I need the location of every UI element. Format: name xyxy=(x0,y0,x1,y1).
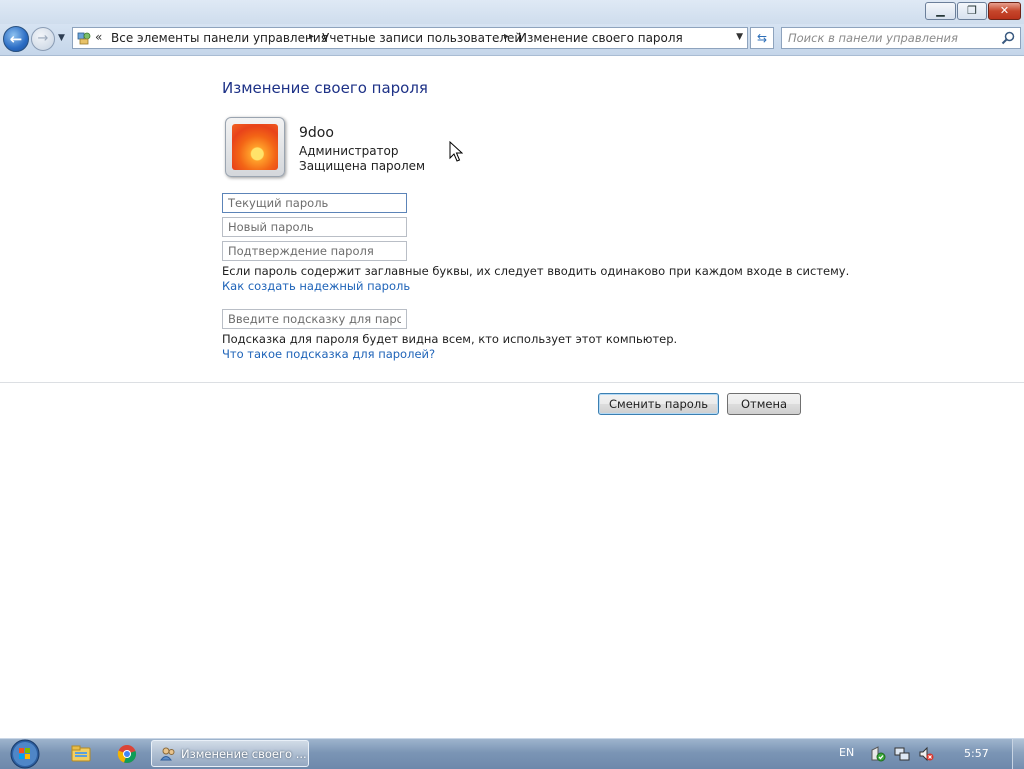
taskbar-active-window[interactable]: Изменение своего ... xyxy=(151,740,309,767)
back-button[interactable]: ← xyxy=(3,26,29,52)
back-arrow-icon: ← xyxy=(9,30,23,48)
show-desktop-button[interactable] xyxy=(1012,739,1024,769)
password-hint-field[interactable] xyxy=(222,309,407,329)
network-icon[interactable] xyxy=(894,746,910,762)
address-bar[interactable]: « Все элементы панели управления ▸ Учетн… xyxy=(72,27,748,49)
confirm-password-field[interactable] xyxy=(222,241,407,261)
current-password-field[interactable] xyxy=(222,193,407,213)
user-accounts-icon xyxy=(160,747,175,761)
taskbar-window-title: Изменение своего ... xyxy=(181,747,307,761)
flower-picture xyxy=(232,124,278,170)
mouse-pointer-icon xyxy=(449,141,463,162)
breadcrumb-overflow-icon[interactable]: « xyxy=(95,30,102,44)
minimize-icon: ▁ xyxy=(936,4,945,17)
window-titlebar: ▁ ❐ ✕ xyxy=(0,0,1024,24)
address-dropdown-icon[interactable]: ▼ xyxy=(736,32,743,42)
language-indicator[interactable]: EN xyxy=(839,746,854,759)
hint-help-link[interactable]: Что такое подсказка для паролей? xyxy=(222,347,435,361)
forward-arrow-icon: → xyxy=(37,31,49,46)
control-panel-icon xyxy=(77,32,91,45)
change-password-button[interactable]: Сменить пароль xyxy=(598,393,719,415)
minimize-button[interactable]: ▁ xyxy=(925,2,956,20)
new-password-field[interactable] xyxy=(222,217,407,237)
forward-button[interactable]: → xyxy=(31,27,55,51)
breadcrumb-separator-icon[interactable]: ▸ xyxy=(309,31,314,42)
close-icon: ✕ xyxy=(999,4,1010,17)
restore-icon: ❐ xyxy=(967,4,977,17)
breadcrumb-user-accounts[interactable]: Учетные записи пользователей xyxy=(322,31,522,45)
start-button[interactable] xyxy=(3,739,45,769)
breadcrumb-all-control-panel-items[interactable]: Все элементы панели управления xyxy=(111,31,328,45)
recent-pages-dropdown-icon[interactable]: ▼ xyxy=(58,33,65,43)
strong-password-link[interactable]: Как создать надежный пароль xyxy=(222,279,410,293)
user-password-status: Защищена паролем xyxy=(299,159,426,173)
taskbar: Изменение своего ... EN 5:57 xyxy=(0,738,1024,769)
user-avatar xyxy=(225,117,285,177)
refresh-button[interactable]: ⇆ xyxy=(750,27,774,49)
search-icon[interactable] xyxy=(1000,30,1016,46)
caps-lock-note: Если пароль содержит заглавные буквы, их… xyxy=(222,264,850,278)
hint-visibility-note: Подсказка для пароля будет видна всем, к… xyxy=(222,332,678,346)
chrome-icon[interactable] xyxy=(116,743,138,765)
user-name: 9doo xyxy=(299,125,334,141)
page-title: Изменение своего пароля xyxy=(222,79,428,97)
action-center-icon[interactable] xyxy=(870,746,886,762)
cancel-button[interactable]: Отмена xyxy=(727,393,801,415)
explorer-icon[interactable] xyxy=(70,743,92,765)
volume-muted-icon[interactable] xyxy=(918,746,934,762)
breadcrumb-change-password[interactable]: Изменение своего пароля xyxy=(518,31,683,45)
content-divider xyxy=(0,382,1024,383)
search-input[interactable] xyxy=(788,30,998,46)
clock-time[interactable]: 5:57 xyxy=(964,747,989,760)
navigation-bar: ← → ▼ « Все элементы панели управления ▸… xyxy=(0,24,1024,56)
breadcrumb-separator-icon[interactable]: ▸ xyxy=(504,31,509,42)
maximize-button[interactable]: ❐ xyxy=(957,2,987,20)
user-role: Администратор xyxy=(299,144,399,158)
search-box xyxy=(781,27,1021,49)
refresh-icon: ⇆ xyxy=(756,31,768,45)
close-button[interactable]: ✕ xyxy=(988,2,1021,20)
